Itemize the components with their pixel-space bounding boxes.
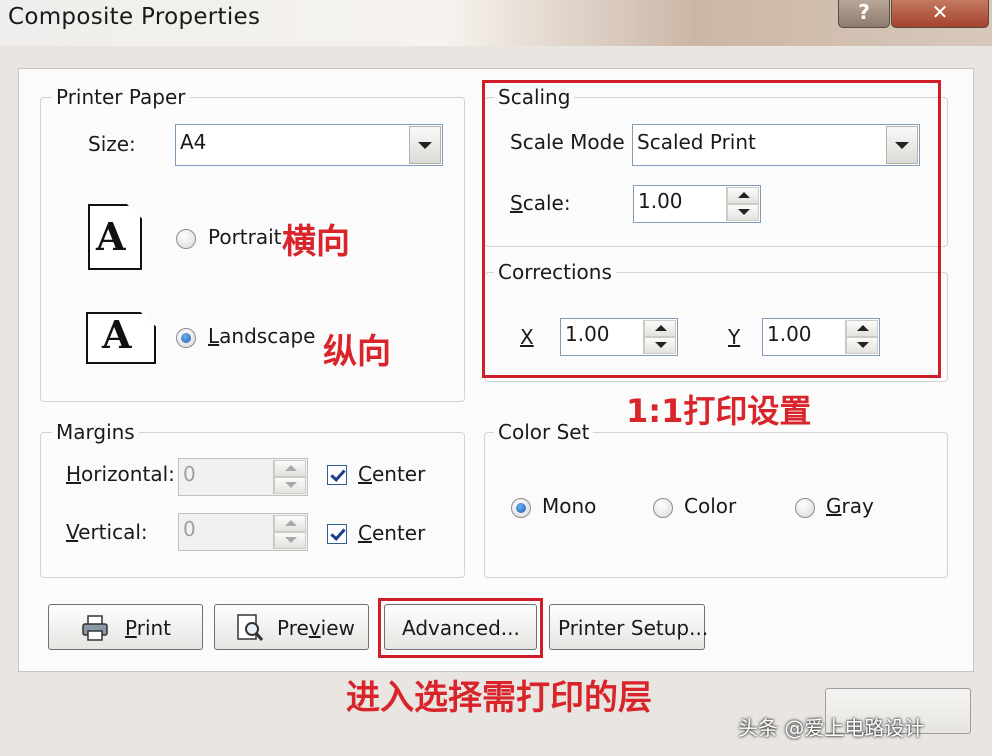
- spin-up-icon[interactable]: [274, 460, 306, 477]
- scaling-annotation: 1:1打印设置: [626, 392, 812, 430]
- title-bar[interactable]: Composite Properties ? ✕: [0, 0, 992, 46]
- printer-paper-group-label: Printer Paper: [52, 85, 190, 109]
- horizontal-center-checkbox[interactable]: [327, 465, 347, 485]
- paper-size-select[interactable]: A4: [175, 124, 443, 166]
- paper-size-value: A4: [180, 130, 207, 154]
- horizontal-label: Horizontal:: [66, 462, 175, 486]
- vertical-label: Vertical:: [66, 520, 148, 544]
- help-button[interactable]: ?: [838, 0, 890, 28]
- mono-radio[interactable]: [511, 498, 531, 518]
- horizontal-spinner-arrows[interactable]: [273, 460, 306, 494]
- gray-radio[interactable]: [795, 498, 815, 518]
- preview-button[interactable]: Preview: [214, 604, 369, 650]
- horizontal-margin-spinner[interactable]: 0: [178, 458, 308, 496]
- landscape-radio[interactable]: [176, 328, 196, 348]
- magnifier-page-icon: [237, 614, 264, 641]
- vertical-margin-value[interactable]: 0: [183, 517, 196, 541]
- portrait-page-glyph: A: [96, 214, 126, 259]
- landscape-page-glyph: A: [102, 312, 132, 357]
- color-label[interactable]: Color: [684, 494, 736, 518]
- preview-button-label: Preview: [277, 616, 355, 640]
- printer-setup-button[interactable]: Printer Setup...: [549, 604, 709, 650]
- window-title: Composite Properties: [8, 4, 261, 30]
- mono-label[interactable]: Mono: [542, 494, 596, 518]
- gray-label[interactable]: Gray: [826, 494, 874, 518]
- portrait-radio[interactable]: [176, 229, 196, 249]
- print-button-label: Print: [125, 616, 172, 640]
- color-set-group-label: Color Set: [494, 420, 594, 444]
- scaling-highlight-box: [482, 80, 941, 378]
- margins-group: [40, 432, 465, 578]
- chevron-down-icon[interactable]: [409, 126, 441, 164]
- horizontal-center-label[interactable]: Center: [358, 462, 425, 486]
- watermark-text: 头条 @爱上电路设计: [738, 716, 925, 740]
- color-radio[interactable]: [653, 498, 673, 518]
- landscape-label[interactable]: Landscape: [208, 324, 315, 348]
- margins-group-label: Margins: [52, 420, 139, 444]
- portrait-label[interactable]: Portrait: [208, 225, 282, 249]
- advanced-highlight-box: [378, 598, 543, 658]
- advanced-annotation: 进入选择需打印的层: [346, 678, 652, 718]
- horizontal-margin-value[interactable]: 0: [183, 462, 196, 486]
- close-button[interactable]: ✕: [891, 0, 989, 28]
- spin-up-icon[interactable]: [274, 515, 306, 532]
- spin-down-icon[interactable]: [274, 477, 306, 494]
- vertical-center-checkbox[interactable]: [327, 524, 347, 544]
- landscape-page-icon: A: [86, 312, 156, 364]
- print-button[interactable]: Print: [48, 604, 203, 650]
- vertical-spinner-arrows[interactable]: [273, 515, 306, 549]
- vertical-center-label[interactable]: Center: [358, 521, 425, 545]
- printer-icon: [82, 615, 108, 641]
- size-label: Size:: [88, 132, 136, 156]
- portrait-annotation: 横向: [282, 222, 350, 262]
- printer-setup-button-label: Printer Setup...: [558, 616, 709, 640]
- landscape-annotation: 纵向: [323, 332, 391, 372]
- portrait-page-icon: A: [88, 204, 142, 270]
- vertical-margin-spinner[interactable]: 0: [178, 513, 308, 551]
- spin-down-icon[interactable]: [274, 532, 306, 549]
